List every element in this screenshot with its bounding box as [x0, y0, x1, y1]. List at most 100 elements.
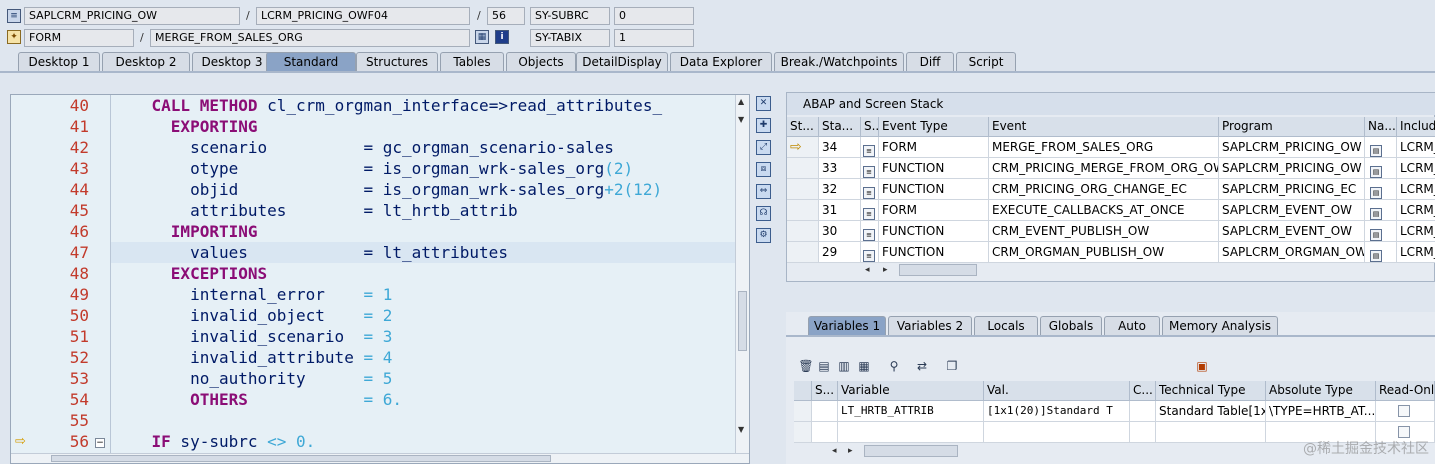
- tab-diff[interactable]: Diff: [906, 52, 954, 71]
- include-name[interactable]: LCRM_I: [1397, 137, 1435, 158]
- tab-structures[interactable]: Structures: [356, 52, 438, 71]
- transfer-icon[interactable]: ⇄: [914, 358, 930, 374]
- change-cell[interactable]: [1130, 401, 1156, 422]
- stack-level[interactable]: 31: [819, 200, 861, 221]
- delete-row-icon[interactable]: ▦: [856, 358, 872, 374]
- column-header[interactable]: Event Type: [879, 117, 989, 137]
- column-header[interactable]: St...: [787, 117, 819, 137]
- program-name[interactable]: SAPLCRM_EVENT_OW: [1219, 200, 1365, 221]
- code-line-51[interactable]: invalid_scenario = 3: [113, 327, 392, 346]
- include-name[interactable]: LCRM_I: [1397, 200, 1435, 221]
- insert-row-icon[interactable]: ▤: [816, 358, 832, 374]
- stack-level[interactable]: 32: [819, 179, 861, 200]
- program-name[interactable]: SAPLCRM_PRICING_OW: [1219, 158, 1365, 179]
- code-line-47[interactable]: values = lt_attributes: [113, 243, 508, 262]
- navigate-icon[interactable]: ▤: [1365, 200, 1397, 221]
- code-line-44[interactable]: objid = is_orgman_wrk-sales_org+2(12): [113, 180, 662, 199]
- event-type[interactable]: FORM: [879, 200, 989, 221]
- include-name[interactable]: LCRM_I: [1397, 221, 1435, 242]
- close-icon[interactable]: ✕: [756, 96, 771, 111]
- code-line-45[interactable]: attributes = lt_hrtb_attrib: [113, 201, 518, 220]
- variable-value[interactable]: [1x1(20)]Standard T: [984, 401, 1130, 422]
- row-selector[interactable]: [787, 158, 819, 179]
- code-line-48[interactable]: EXCEPTIONS: [113, 264, 267, 283]
- column-header[interactable]: Technical Type: [1156, 381, 1266, 401]
- navigate-icon[interactable]: ▤: [1365, 179, 1397, 200]
- code-line-52[interactable]: invalid_attribute = 4: [113, 348, 392, 367]
- navigate-icon[interactable]: ▤: [1365, 221, 1397, 242]
- column-header[interactable]: Read-Only: [1376, 381, 1435, 401]
- column-header[interactable]: Sta...: [819, 117, 861, 137]
- change-cell[interactable]: [1130, 422, 1156, 443]
- scroll-down-icon[interactable]: ▼: [738, 425, 744, 434]
- code-line-42[interactable]: scenario = gc_orgman_scenario-sales: [113, 138, 614, 157]
- scroll-right-icon[interactable]: ▸: [883, 265, 888, 275]
- source-icon[interactable]: ≡: [861, 137, 879, 158]
- delete-icon[interactable]: 🗑: [798, 358, 814, 374]
- program-name[interactable]: SAPLCRM_PRICING_OW: [1219, 137, 1365, 158]
- collapse-block-icon[interactable]: −: [95, 438, 105, 448]
- fit-icon[interactable]: ⧈: [756, 162, 771, 177]
- tab-globals[interactable]: Globals: [1040, 316, 1102, 336]
- headset-icon[interactable]: ☊: [756, 206, 771, 221]
- stack-level[interactable]: 30: [819, 221, 861, 242]
- scroll-up-icon[interactable]: ▲: [738, 97, 744, 106]
- editor-vertical-scrollbar[interactable]: ▲ ▼ ▼: [735, 95, 749, 455]
- scroll-thumb[interactable]: [51, 455, 551, 462]
- scroll-down-icon[interactable]: ▼: [738, 115, 744, 124]
- tab-data-explorer[interactable]: Data Explorer: [670, 52, 772, 71]
- code-line-50[interactable]: invalid_object = 2: [113, 306, 392, 325]
- tab-desktop-3[interactable]: Desktop 3: [192, 52, 272, 71]
- variable-name[interactable]: LT_HRTB_ATTRIB: [838, 401, 984, 422]
- source-icon[interactable]: ≡: [861, 179, 879, 200]
- editor-horizontal-scrollbar[interactable]: [11, 453, 749, 463]
- include-name[interactable]: LCRM_I: [1397, 158, 1435, 179]
- scroll-left-icon[interactable]: ◂: [832, 446, 837, 456]
- tab-break-watchpoints[interactable]: Break./Watchpoints: [774, 52, 904, 71]
- tab-locals[interactable]: Locals: [974, 316, 1038, 336]
- tab-desktop-1[interactable]: Desktop 1: [18, 52, 100, 71]
- absolute-type[interactable]: \TYPE=HRTB_AT...: [1266, 401, 1376, 422]
- structure-icon[interactable]: ⚲: [886, 358, 902, 374]
- source-icon[interactable]: ≡: [861, 221, 879, 242]
- program-name[interactable]: SAPLCRM_EVENT_OW: [1219, 221, 1365, 242]
- event-type[interactable]: FUNCTION: [879, 221, 989, 242]
- column-header[interactable]: Event: [989, 117, 1219, 137]
- event-type[interactable]: FUNCTION: [879, 242, 989, 263]
- include-name[interactable]: LCRM_(: [1397, 242, 1435, 263]
- source-icon[interactable]: ≡: [861, 242, 879, 263]
- program-field[interactable]: SAPLCRM_PRICING_OW: [24, 7, 240, 25]
- column-header[interactable]: Program: [1219, 117, 1365, 137]
- event-type[interactable]: FUNCTION: [879, 158, 989, 179]
- stack-level[interactable]: 33: [819, 158, 861, 179]
- column-header[interactable]: Include: [1397, 117, 1435, 137]
- event-type[interactable]: FUNCTION: [879, 179, 989, 200]
- scroll-thumb[interactable]: [899, 264, 977, 276]
- swap-icon[interactable]: ⇔: [756, 184, 771, 199]
- copy-icon[interactable]: ❐: [944, 358, 960, 374]
- services-icon[interactable]: ⚙: [756, 228, 771, 243]
- tab-memory-analysis[interactable]: Memory Analysis: [1162, 316, 1278, 336]
- code-line-46[interactable]: IMPORTING: [113, 222, 258, 241]
- code-line-43[interactable]: otype = is_orgman_wrk-sales_org(2): [113, 159, 633, 178]
- scroll-right-icon[interactable]: ▸: [848, 446, 853, 456]
- maximize-icon[interactable]: ⤢: [756, 140, 771, 155]
- tab-variables-2[interactable]: Variables 2: [888, 316, 972, 336]
- code-line-54[interactable]: OTHERS = 6.: [113, 390, 402, 409]
- tab-auto[interactable]: Auto: [1104, 316, 1160, 336]
- column-header[interactable]: Absolute Type: [1266, 381, 1376, 401]
- event-name[interactable]: CRM_PRICING_ORG_CHANGE_EC: [989, 179, 1219, 200]
- save-icon[interactable]: ▣: [1194, 358, 1210, 374]
- code-line-56[interactable]: IF sy-subrc <> 0.: [113, 432, 316, 451]
- navigate-icon[interactable]: ▤: [1365, 158, 1397, 179]
- display-icon[interactable]: ▦: [475, 30, 489, 44]
- event-name-field[interactable]: MERGE_FROM_SALES_ORG: [150, 29, 470, 47]
- tab-desktop-2[interactable]: Desktop 2: [102, 52, 190, 71]
- column-header[interactable]: Variable: [838, 381, 984, 401]
- line-number-field[interactable]: 56: [487, 7, 525, 25]
- column-header[interactable]: Na...: [1365, 117, 1397, 137]
- row-selector[interactable]: [794, 422, 812, 443]
- stack-level[interactable]: 34: [819, 137, 861, 158]
- tab-tables[interactable]: Tables: [440, 52, 504, 71]
- scroll-left-icon[interactable]: ◂: [865, 265, 870, 275]
